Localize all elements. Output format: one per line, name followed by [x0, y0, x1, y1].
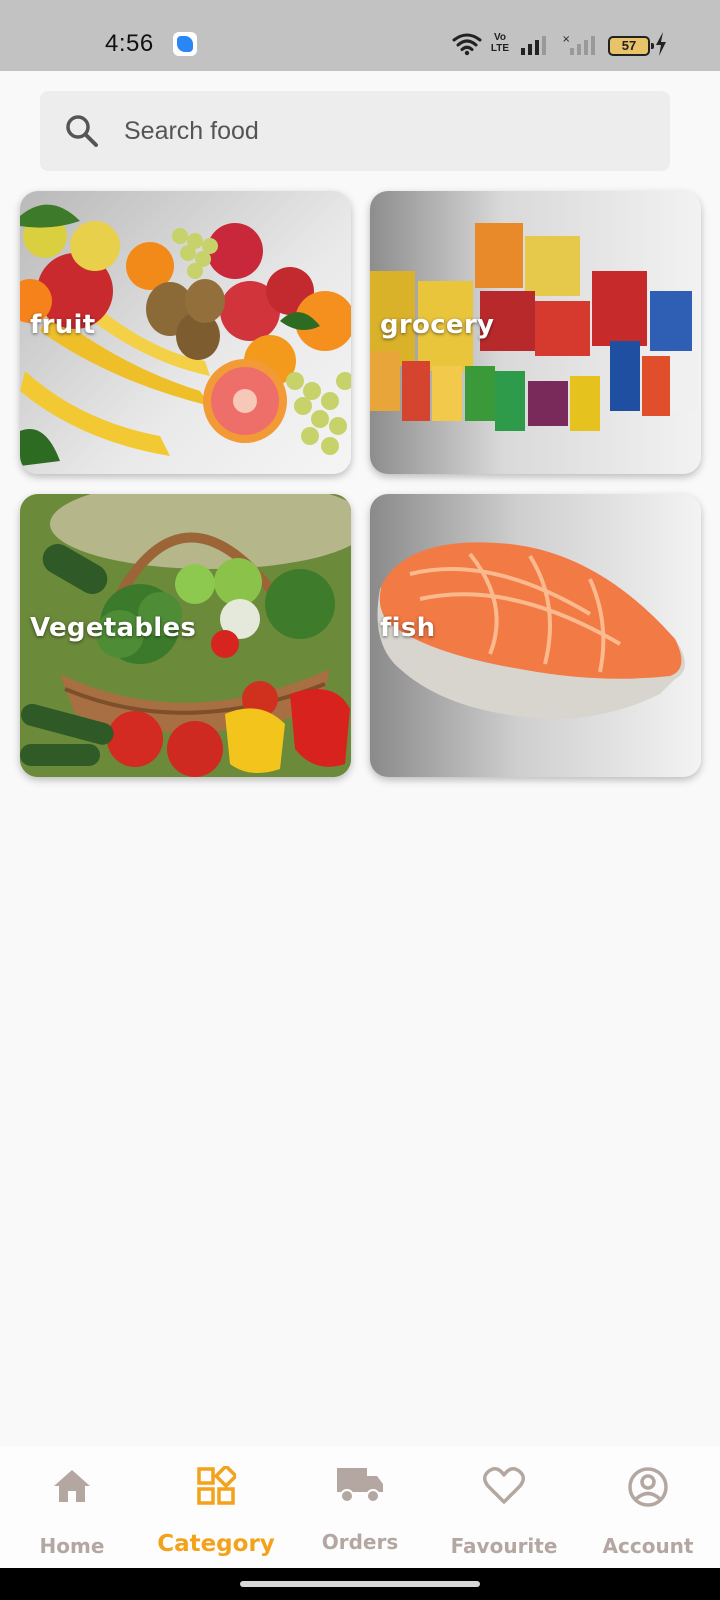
bottom-nav: Home Category Orders Favourite Account [0, 1446, 720, 1568]
search-icon [66, 115, 98, 147]
status-bar: 4:56 Vo LTE × 57 [0, 0, 720, 71]
nav-orders[interactable]: Orders [288, 1446, 432, 1568]
volte-label: Vo LTE [490, 32, 510, 54]
category-card-grocery[interactable]: grocery [370, 191, 701, 474]
category-card-vegetables[interactable]: Vegetables [20, 494, 351, 777]
nav-label-account: Account [602, 1534, 694, 1558]
svg-text:×: × [562, 34, 570, 45]
nav-label-category: Category [157, 1531, 275, 1557]
heart-icon [483, 1467, 525, 1504]
category-card-fruit[interactable]: fruit [20, 191, 351, 474]
signal-icon [521, 36, 546, 55]
category-card-fish[interactable]: fish [370, 494, 701, 777]
category-label-fruit: fruit [30, 310, 96, 340]
nav-favourite[interactable]: Favourite [432, 1446, 576, 1568]
gesture-bar [0, 1568, 720, 1600]
home-icon [54, 1470, 90, 1502]
search-input[interactable] [124, 91, 654, 171]
signal-no-service-icon: × [562, 34, 595, 55]
battery-icon: 57 [608, 36, 654, 56]
category-label-vegetables: Vegetables [30, 613, 197, 643]
truck-icon [337, 1468, 383, 1503]
gesture-handle[interactable] [240, 1581, 480, 1587]
nav-label-orders: Orders [321, 1530, 399, 1554]
wifi-icon [452, 33, 482, 56]
category-label-fish: fish [380, 613, 436, 643]
nav-home[interactable]: Home [0, 1446, 144, 1568]
nav-category[interactable]: Category [144, 1446, 288, 1568]
category-icon [197, 1466, 236, 1505]
account-icon [628, 1467, 668, 1507]
app-notification-icon [173, 32, 197, 56]
nav-label-home: Home [39, 1534, 105, 1558]
search-bar[interactable] [40, 91, 670, 171]
charging-icon [656, 32, 666, 56]
nav-account[interactable]: Account [576, 1446, 720, 1568]
nav-label-favourite: Favourite [450, 1534, 558, 1558]
category-label-grocery: grocery [380, 310, 495, 340]
status-time: 4:56 [105, 30, 154, 57]
